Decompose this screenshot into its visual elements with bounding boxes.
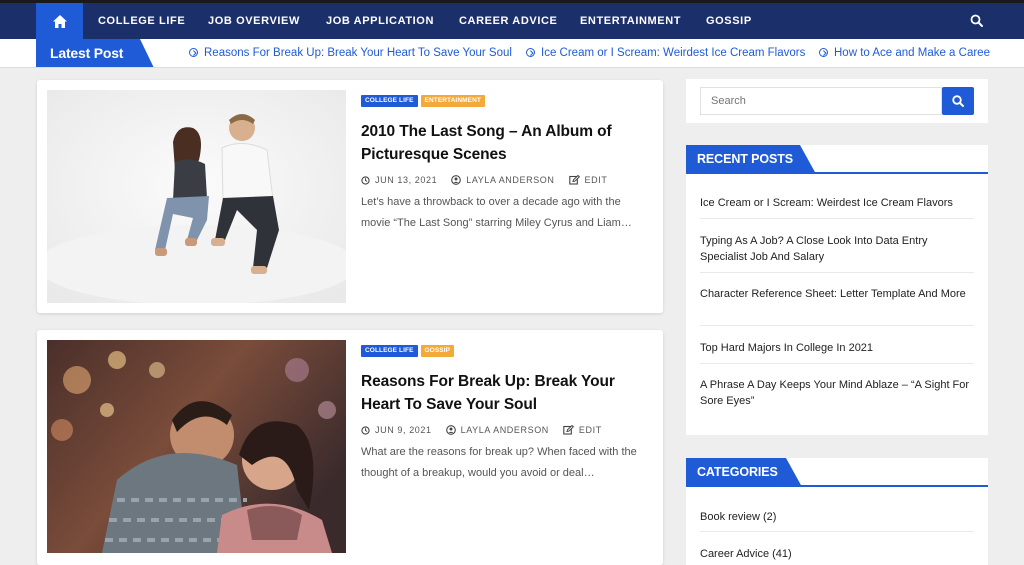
clock-icon <box>361 175 370 185</box>
post-author[interactable]: LAYLA ANDERSON <box>461 425 549 435</box>
category-badge[interactable]: ENTERTAINMENT <box>420 95 485 107</box>
search-icon <box>970 14 983 27</box>
circle-arrow-icon <box>189 48 198 57</box>
post-categories: COLLEGE LIFE ENTERTAINMENT <box>361 95 485 107</box>
post-date: JUN 9, 2021 <box>375 425 432 435</box>
categories-widget: CATEGORIES Book review (2) Career Advice… <box>686 458 988 565</box>
recent-post-link[interactable]: Typing As A Job? A Close Look Into Data … <box>700 233 974 265</box>
post-categories: COLLEGE LIFE GOSSIP <box>361 345 455 357</box>
nav-college-life[interactable]: COLLEGE LIFE <box>98 3 185 39</box>
post-excerpt: Let’s have a throwback to over a decade … <box>361 196 632 229</box>
category-link[interactable]: Career Advice (41) <box>700 546 792 562</box>
recent-post-link[interactable]: Ice Cream or I Scream: Weirdest Ice Crea… <box>700 195 974 211</box>
post-thumbnail[interactable] <box>47 340 346 553</box>
ticker-item[interactable]: How to Ace and Make a Caree <box>819 39 990 67</box>
main-nav: COLLEGE LIFE JOB OVERVIEW JOB APPLICATIO… <box>0 3 1024 39</box>
divider <box>700 272 974 273</box>
widget-title: CATEGORIES <box>697 465 778 479</box>
widget-header: CATEGORIES <box>686 458 988 487</box>
search-input[interactable] <box>700 87 942 115</box>
category-link[interactable]: Book review (2) <box>700 509 776 525</box>
divider <box>700 325 974 326</box>
recent-post-link[interactable]: Top Hard Majors In College In 2021 <box>700 340 974 356</box>
home-button[interactable] <box>36 3 83 39</box>
recent-post-link[interactable]: A Phrase A Day Keeps Your Mind Ablaze – … <box>700 377 974 409</box>
ticker-item[interactable]: Reasons For Break Up: Break Your Heart T… <box>189 39 512 67</box>
category-badge[interactable]: COLLEGE LIFE <box>361 345 418 357</box>
post-card: COLLEGE LIFE GOSSIP Reasons For Break Up… <box>37 330 663 565</box>
nav-gossip[interactable]: GOSSIP <box>706 3 752 39</box>
post-card: COLLEGE LIFE ENTERTAINMENT 2010 The Last… <box>37 80 663 313</box>
latest-post-label: Latest Post <box>36 39 156 67</box>
post-title[interactable]: Reasons For Break Up: Break Your Heart T… <box>361 370 651 416</box>
post-thumbnail[interactable] <box>47 90 346 303</box>
divider <box>700 218 974 219</box>
post-title[interactable]: 2010 The Last Song – An Album of Picture… <box>361 120 651 166</box>
post-date: JUN 13, 2021 <box>375 175 438 185</box>
widget-title: RECENT POSTS <box>697 152 794 166</box>
divider <box>700 531 974 532</box>
category-badge[interactable]: GOSSIP <box>420 345 455 357</box>
edit-icon <box>568 175 580 185</box>
nav-job-application[interactable]: JOB APPLICATION <box>326 3 434 39</box>
search-button[interactable] <box>942 87 974 115</box>
latest-post-ticker: Latest Post Reasons For Break Up: Break … <box>0 39 1024 68</box>
user-icon <box>451 175 462 185</box>
post-edit-link[interactable]: EDIT <box>579 425 602 435</box>
post-edit-link[interactable]: EDIT <box>585 175 608 185</box>
home-icon <box>52 14 67 28</box>
user-icon <box>445 425 456 435</box>
search-widget <box>686 79 988 123</box>
nav-search-button[interactable] <box>968 12 986 30</box>
post-meta: JUN 13, 2021 LAYLA ANDERSON EDIT <box>361 175 621 185</box>
widget-header: RECENT POSTS <box>686 145 988 174</box>
clock-icon <box>361 425 370 435</box>
post-excerpt: What are the reasons for break up? When … <box>361 446 637 479</box>
nav-career-advice[interactable]: CAREER ADVICE <box>459 3 557 39</box>
recent-post-link[interactable]: Character Reference Sheet: Letter Templa… <box>700 286 974 302</box>
nav-entertainment[interactable]: ENTERTAINMENT <box>580 3 681 39</box>
post-author[interactable]: LAYLA ANDERSON <box>466 175 554 185</box>
ticker-item[interactable]: Ice Cream or I Scream: Weirdest Ice Crea… <box>526 39 805 67</box>
recent-posts-widget: RECENT POSTS Ice Cream or I Scream: Weir… <box>686 145 988 435</box>
nav-job-overview[interactable]: JOB OVERVIEW <box>208 3 300 39</box>
edit-icon <box>563 425 574 435</box>
divider <box>700 363 974 364</box>
search-icon <box>952 95 964 107</box>
circle-arrow-icon <box>819 48 828 57</box>
category-badge[interactable]: COLLEGE LIFE <box>361 95 418 107</box>
circle-arrow-icon <box>526 48 535 57</box>
post-meta: JUN 9, 2021 LAYLA ANDERSON EDIT <box>361 425 616 435</box>
